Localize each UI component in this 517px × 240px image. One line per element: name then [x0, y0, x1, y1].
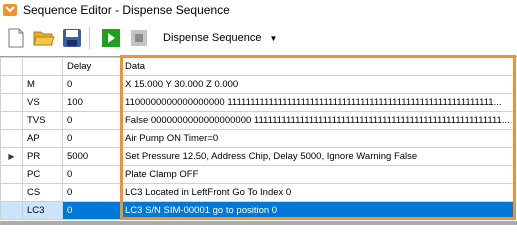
cell-data[interactable]: 1100000000000000000 11111111111111111111…: [120, 93, 516, 112]
toolbar: Dispense Sequence ▼: [0, 22, 517, 54]
cell-code[interactable]: M: [22, 75, 63, 94]
cell-code[interactable]: AP: [22, 129, 63, 148]
cell-delay[interactable]: 0: [62, 129, 121, 148]
row-header[interactable]: [0, 75, 23, 94]
cell-delay[interactable]: 0: [62, 201, 121, 220]
title-bar: Sequence Editor - Dispense Sequence: [0, 0, 517, 20]
cell-data[interactable]: X 15.000 Y 30.000 Z 0.000: [120, 75, 516, 94]
row-header[interactable]: ▶: [0, 147, 23, 166]
open-folder-icon[interactable]: [32, 26, 56, 50]
window-title: Sequence Editor - Dispense Sequence: [23, 3, 230, 17]
table-row[interactable]: AP 0 Air Pump ON Timer=0: [0, 129, 516, 148]
table-row[interactable]: VS 100 1100000000000000000 1111111111111…: [0, 93, 516, 112]
cell-data[interactable]: Set Pressure 12.50, Address Chip, Delay …: [120, 147, 516, 166]
cell-delay[interactable]: 0: [62, 111, 121, 130]
sequence-grid: Delay Data M 0 X 15.000 Y 30.000 Z 0.000…: [0, 56, 517, 225]
cell-delay[interactable]: 0: [62, 165, 121, 184]
table-row[interactable]: M 0 X 15.000 Y 30.000 Z 0.000: [0, 75, 516, 94]
row-header[interactable]: [0, 129, 23, 148]
current-row-indicator-icon: ▶: [8, 152, 15, 161]
stop-icon[interactable]: [127, 26, 151, 50]
sequence-select[interactable]: Dispense Sequence ▼: [159, 27, 281, 49]
table-row[interactable]: CS 0 LC3 Located in LeftFront Go To Inde…: [0, 183, 516, 202]
table-row[interactable]: TVS 0 False 0000000000000000000 11111111…: [0, 111, 516, 130]
cell-data[interactable]: Plate Clamp OFF: [120, 165, 516, 184]
cell-code[interactable]: PR: [22, 147, 63, 166]
cell-code[interactable]: VS: [22, 93, 63, 112]
row-header[interactable]: [0, 93, 23, 112]
row-header[interactable]: [0, 165, 23, 184]
app-icon: [3, 3, 17, 17]
table-row-selected[interactable]: LC3 0 LC3 S/N SIM-00001 go to position 0: [0, 201, 516, 220]
cell-data[interactable]: Air Pump ON Timer=0: [120, 129, 516, 148]
column-header-delay[interactable]: Delay: [62, 57, 121, 76]
cell-delay[interactable]: 100: [62, 93, 121, 112]
row-header[interactable]: [0, 111, 23, 130]
save-disk-icon[interactable]: [60, 26, 84, 50]
grid-header-row: Delay Data: [0, 57, 516, 76]
cell-code[interactable]: TVS: [22, 111, 63, 130]
table-row[interactable]: ▶ PR 5000 Set Pressure 12.50, Address Ch…: [0, 147, 516, 166]
cell-data[interactable]: LC3 S/N SIM-00001 go to position 0: [120, 201, 516, 220]
row-header-corner: [0, 57, 23, 76]
cell-delay[interactable]: 0: [62, 183, 121, 202]
cell-data[interactable]: False 0000000000000000000 11111111111111…: [120, 111, 516, 130]
play-icon[interactable]: [99, 26, 123, 50]
chevron-down-icon: ▼: [269, 33, 278, 43]
cell-code[interactable]: LC3: [22, 201, 63, 220]
row-header[interactable]: [0, 183, 23, 202]
table-row[interactable]: PC 0 Plate Clamp OFF: [0, 165, 516, 184]
sequence-select-value: Dispense Sequence: [163, 32, 262, 44]
new-document-icon[interactable]: [4, 26, 28, 50]
cell-code[interactable]: PC: [22, 165, 63, 184]
grid-empty-area: [0, 221, 517, 225]
cell-code[interactable]: CS: [22, 183, 63, 202]
cell-data[interactable]: LC3 Located in LeftFront Go To Index 0: [120, 183, 516, 202]
row-header[interactable]: [0, 201, 23, 220]
cell-delay[interactable]: 5000: [62, 147, 121, 166]
toolbar-separator: [89, 27, 90, 49]
column-header-code[interactable]: [22, 57, 63, 76]
cell-delay[interactable]: 0: [62, 75, 121, 94]
column-header-data[interactable]: Data: [120, 57, 516, 76]
